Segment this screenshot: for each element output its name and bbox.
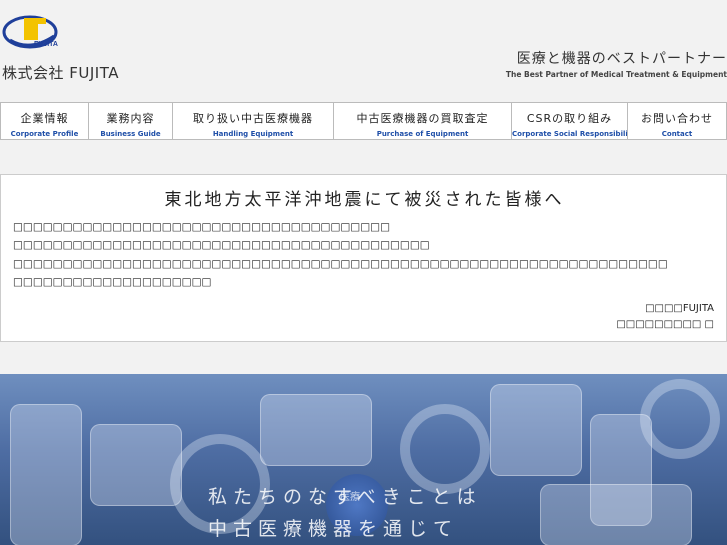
notice-line: □□□□□□□□□□□□□□□□□□□□□□□□□□□□□□□□□□□□□□ <box>13 221 390 233</box>
nav-label-jp: 企業情報 <box>20 112 69 125</box>
nav-label-jp: 中古医療機器の買取査定 <box>356 112 489 125</box>
hero-equipment-image <box>10 404 82 545</box>
tagline-english: The Best Partner of Medical Treatment & … <box>505 70 727 79</box>
nav-label-jp: CSRの取り組み <box>526 112 613 125</box>
nav-label-en: Corporate Social Responsibility <box>512 130 636 138</box>
hero-headline-line2: 中古医療機器を通じて <box>208 518 459 540</box>
global-navigation: 企業情報 Corporate Profile 業務内容 Business Gui… <box>0 102 727 140</box>
nav-label-jp: 取り扱い中古医療機器 <box>193 112 313 125</box>
nav-csr[interactable]: CSRの取り組み Corporate Social Responsibility <box>511 102 636 140</box>
nav-label-en: Business Guide <box>100 130 161 138</box>
hero-equipment-image <box>400 404 490 494</box>
nav-label-en: Contact <box>661 130 693 138</box>
nav-contact[interactable]: お問い合わせ Contact <box>627 102 727 140</box>
hero-equipment-image <box>490 384 582 476</box>
earthquake-notice: 東北地方太平洋沖地震にて被災された皆様へ □□□□□□□□□□□□□□□□□□□… <box>0 174 727 342</box>
notice-line: □□□□□□□□□□□□□□□□□□□□□□□□□□□□□□□□□□□□□□□□… <box>13 258 668 270</box>
notice-line: □□□□□□□□□□□□□□□□□□□□ <box>13 276 212 288</box>
notice-sign-name: □□□□□□□□□ □ <box>616 319 714 330</box>
hero-headline-line1: 私たちのなすべきことは <box>208 486 482 508</box>
hero-equipment-image <box>540 484 692 545</box>
notice-sign-company: □□□□FUJITA <box>645 303 714 314</box>
nav-label-en: Purchase of Equipment <box>376 130 469 138</box>
nav-business-guide[interactable]: 業務内容 Business Guide <box>88 102 172 140</box>
hero-equipment-image <box>260 394 372 466</box>
tagline-japanese: 医療と機器のベストパートナー <box>516 51 727 67</box>
nav-corporate-profile[interactable]: 企業情報 Corporate Profile <box>0 102 88 140</box>
svg-text:FUJITA: FUJITA <box>34 41 58 48</box>
nav-label-jp: お問い合わせ <box>641 112 713 125</box>
nav-handling-equipment[interactable]: 取り扱い中古医療機器 Handling Equipment <box>172 102 333 140</box>
fujita-logo[interactable]: FUJITA <box>2 10 64 52</box>
hero-equipment-image <box>90 424 182 506</box>
notice-line: □□□□□□□□□□□□□□□□□□□□□□□□□□□□□□□□□□□□□□□□… <box>13 239 430 251</box>
hero-banner: 医療 私たちのなすべきことは 中古医療機器を通じて <box>0 374 727 545</box>
nav-label-en: Corporate Profile <box>10 130 79 138</box>
nav-label-en: Handling Equipment <box>212 130 294 138</box>
site-header: FUJITA 株式会社 FUJITA 医療と機器のベストパートナー The Be… <box>0 0 727 100</box>
nav-label-jp: 業務内容 <box>106 112 155 125</box>
notice-title: 東北地方太平洋沖地震にて被災された皆様へ <box>164 190 565 210</box>
company-name: 株式会社 FUJITA <box>2 64 119 82</box>
hero-equipment-image <box>640 379 720 459</box>
nav-purchase-equipment[interactable]: 中古医療機器の買取査定 Purchase of Equipment <box>333 102 511 140</box>
